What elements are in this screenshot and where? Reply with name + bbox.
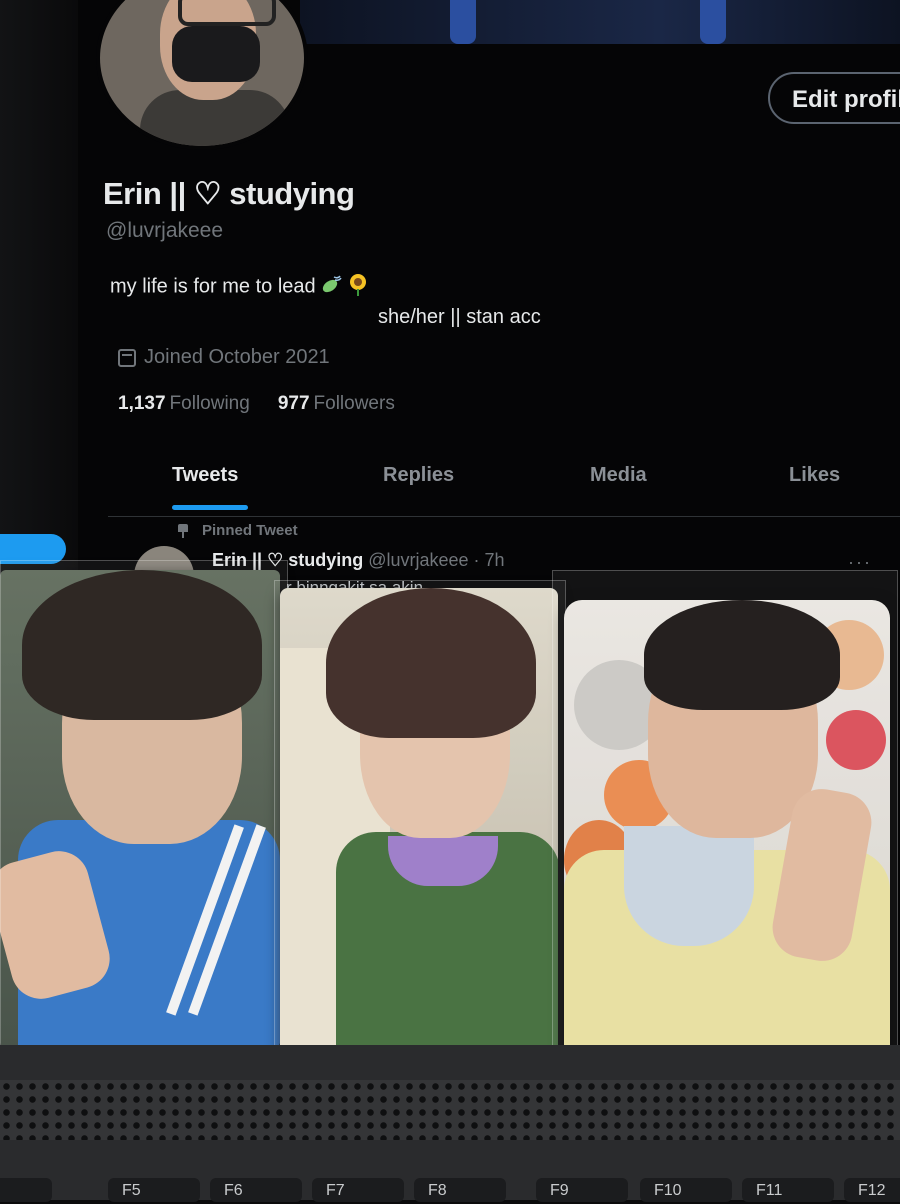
- edit-profile-button[interactable]: Edit profile: [768, 72, 900, 124]
- tab-tweets[interactable]: Tweets: [172, 464, 238, 487]
- key-f8[interactable]: F8: [414, 1178, 506, 1202]
- key-f4[interactable]: F4: [0, 1178, 52, 1202]
- tweet-meta: @luvrjakeee · 7h: [368, 550, 505, 570]
- following-count: 1,137: [118, 393, 166, 414]
- following-link[interactable]: 1,137 Following: [118, 393, 250, 415]
- key-f12[interactable]: F12: [844, 1178, 900, 1202]
- card-sleeve-2: [274, 580, 566, 1082]
- key-f5[interactable]: F5: [108, 1178, 200, 1202]
- tab-replies[interactable]: Replies: [383, 464, 454, 487]
- followers-link[interactable]: 977 Followers: [278, 393, 395, 415]
- key-f7[interactable]: F7: [312, 1178, 404, 1202]
- following-label: Following: [169, 393, 250, 414]
- key-f11[interactable]: F11: [742, 1178, 834, 1202]
- key-f10[interactable]: F10: [640, 1178, 732, 1202]
- key-f6[interactable]: F6: [210, 1178, 302, 1202]
- pin-icon: [178, 523, 188, 538]
- sunflower-emoji-icon: [346, 272, 370, 302]
- active-tab-indicator: [172, 505, 248, 510]
- profile-banner: [300, 0, 900, 44]
- key-f9[interactable]: F9: [536, 1178, 628, 1202]
- followers-count: 977: [277, 393, 310, 414]
- tab-likes[interactable]: Likes: [789, 464, 840, 487]
- avatar-mask: [172, 26, 260, 82]
- profile-bio-line1: my life is for me to lead: [110, 272, 370, 302]
- profile-joined: Joined October 2021: [118, 346, 330, 369]
- profile-name: Erin || ♡ studying: [103, 176, 355, 211]
- profile-stats: 1,137 Following 977 Followers: [118, 393, 395, 415]
- card-sleeve-1: [0, 560, 288, 1060]
- profile-handle: @luvrjakeee: [106, 219, 224, 242]
- bio-text: my life is for me to lead: [110, 275, 316, 298]
- pinned-tweet-label: Pinned Tweet: [178, 522, 298, 539]
- pinned-text: Pinned Tweet: [202, 522, 298, 539]
- followers-label: Followers: [313, 393, 395, 414]
- joined-date: Joined October 2021: [144, 346, 330, 368]
- avatar-glasses: [178, 0, 276, 26]
- profile-bio-line2: she/her || stan acc: [378, 306, 541, 328]
- banner-figure: [450, 0, 476, 44]
- tab-media[interactable]: Media: [590, 464, 647, 487]
- banner-figure: [700, 0, 726, 44]
- leaf-emoji-icon: [320, 273, 342, 301]
- profile-avatar[interactable]: [96, 0, 308, 150]
- calendar-icon: [118, 348, 136, 367]
- speaker-grille: [0, 1080, 900, 1140]
- card-sleeve-3: [552, 570, 898, 1092]
- function-key-row: F4 F5 F6 F7 F8 F9 F10 F11 F12: [0, 1178, 900, 1202]
